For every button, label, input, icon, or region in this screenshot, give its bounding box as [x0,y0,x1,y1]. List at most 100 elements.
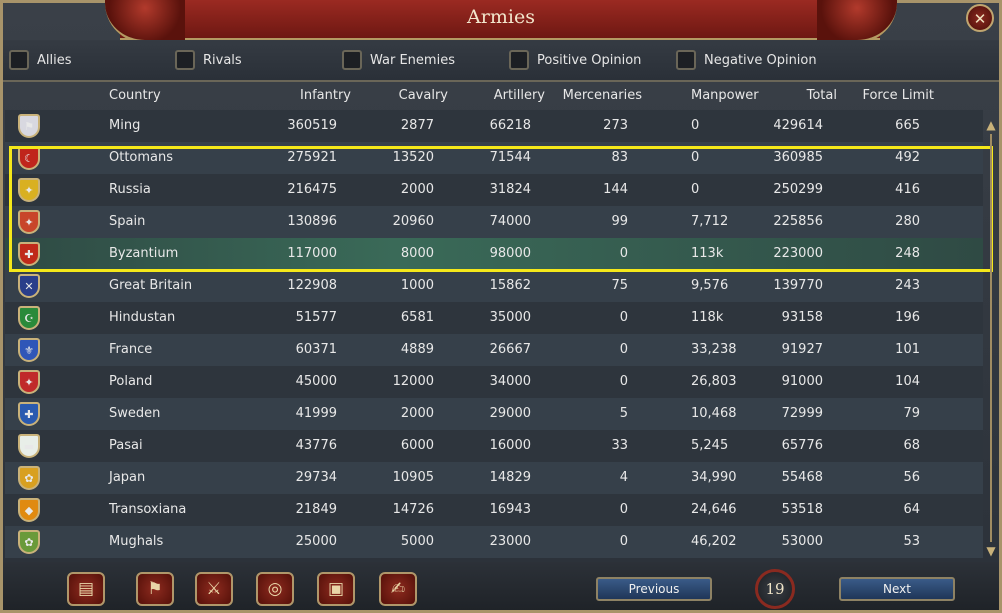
scroll-track[interactable] [990,134,992,542]
cell-infantry: 122908 [287,278,337,293]
table-row[interactable]: ✕ Great Britain 122908 1000 15862 75 139770 243… [5,270,983,302]
crate-icon[interactable]: ▣ [317,572,355,606]
table-row[interactable]: ✦ Russia 216475 2000 31824 144 250299 416 0 [5,174,983,206]
checkbox-rivals[interactable] [175,50,195,70]
checkbox-negative-opinion[interactable] [676,50,696,70]
cell-cavalry: 20960 [392,214,434,229]
checkbox-positive-opinion[interactable] [509,50,529,70]
table-row[interactable]: ✚ Sweden 41999 2000 29000 5 72999 79 10,468 [5,398,983,430]
header-artillery[interactable]: Artillery [494,88,545,103]
filter-rivals-label: Rivals [203,52,242,68]
header-country[interactable]: Country [109,88,161,103]
country-flag-icon: ☪ [18,306,40,330]
ledger-icon[interactable]: ▤ [67,572,105,606]
coins-icon[interactable]: ◎ [256,572,294,606]
next-button[interactable]: Next [839,577,955,601]
country-flag-icon: ✿ [18,466,40,490]
flag-icon[interactable]: ⚑ [136,572,174,606]
cell-artillery: 31824 [489,182,531,197]
scroll-up-arrow-icon[interactable]: ▲ [985,118,997,132]
previous-button[interactable]: Previous [596,577,712,601]
checkbox-war-enemies[interactable] [342,50,362,70]
cell-artillery: 23000 [489,534,531,549]
filter-negative-opinion[interactable]: Negative Opinion [676,48,817,72]
header-infantry[interactable]: Infantry [300,88,351,103]
cell-country[interactable]: Byzantium [109,246,178,261]
cell-infantry: 216475 [287,182,337,197]
cell-country[interactable]: Japan [109,470,145,485]
scroll-down-arrow-icon[interactable]: ▼ [985,544,997,558]
country-flag-icon: ▬ [18,434,40,458]
page-number: 19 [755,569,795,609]
cell-force-limit: 101 [895,342,920,357]
cell-country[interactable]: Russia [109,182,151,197]
cell-mercenaries: 4 [619,470,628,485]
cell-country[interactable]: Sweden [109,406,160,421]
cell-force-limit: 68 [903,438,920,453]
handshake-icon[interactable]: ✍ [379,572,417,606]
cell-artillery: 34000 [489,374,531,389]
table-row[interactable]: ✦ Spain 130896 20960 74000 99 225856 280 7,712 [5,206,983,238]
filter-allies-label: Allies [37,52,72,68]
header-total[interactable]: Total [807,88,837,103]
header-mercenaries[interactable]: Mercenaries [563,88,642,103]
header-manpower[interactable]: Manpower [691,88,759,103]
close-button[interactable]: ✕ [966,4,994,32]
cell-mercenaries: 144 [603,182,628,197]
table-row[interactable]: ▬ Pasai 43776 6000 16000 33 65776 68 5,245 [5,430,983,462]
filter-war-enemies[interactable]: War Enemies [342,48,455,72]
cell-total: 429614 [773,118,823,133]
cell-country[interactable]: Mughals [109,534,163,549]
table-row[interactable]: ◆ Transoxiana 21849 14726 16943 0 53518 64 24,64… [5,494,983,526]
scrollbar[interactable]: ▲ ▼ [985,118,997,558]
header-cavalry[interactable]: Cavalry [399,88,448,103]
cell-cavalry: 13520 [392,150,434,165]
cell-country[interactable]: Poland [109,374,152,389]
cell-cavalry: 14726 [392,502,434,517]
cell-mercenaries: 0 [619,310,628,325]
table-row[interactable]: ☾ Ottomans 275921 13520 71544 83 360985 492 0 [5,142,983,174]
cell-country[interactable]: Ottomans [109,150,173,165]
cell-manpower: 46,202 [691,534,737,549]
cell-total: 91927 [781,342,823,357]
cell-cavalry: 6000 [400,438,434,453]
header-force-limit[interactable]: Force Limit [862,88,934,103]
table-row[interactable]: ⚑ Ming 360519 2877 66218 273 429614 665 0 [5,110,983,142]
cell-cavalry: 10905 [392,470,434,485]
cell-cavalry: 5000 [400,534,434,549]
filter-allies[interactable]: Allies [9,48,72,72]
cell-country[interactable]: Transoxiana [109,502,186,517]
table-row[interactable]: ✚ Byzantium 117000 8000 98000 0 223000 248 113k [5,238,983,270]
cell-mercenaries: 0 [619,534,628,549]
cell-mercenaries: 75 [611,278,628,293]
cell-country[interactable]: Spain [109,214,145,229]
cell-force-limit: 416 [895,182,920,197]
cell-artillery: 15862 [489,278,531,293]
table-header: Country Infantry Cavalry Artillery Merce… [0,88,1002,110]
table-row[interactable]: ✿ Japan 29734 10905 14829 4 55468 56 34,990 [5,462,983,494]
crossed-swords-icon[interactable]: ⚔ [195,572,233,606]
cell-manpower: 24,646 [691,502,737,517]
cell-country[interactable]: France [109,342,152,357]
cell-country[interactable]: Hindustan [109,310,175,325]
table-row[interactable]: ⚜ France 60371 4889 26667 0 91927 101 33,238 [5,334,983,366]
table-row[interactable]: ✿ Mughals 25000 5000 23000 0 53000 53 46,202 [5,526,983,558]
cell-country[interactable]: Great Britain [109,278,192,293]
cell-artillery: 16943 [489,502,531,517]
filter-rivals[interactable]: Rivals [175,48,242,72]
cell-total: 53518 [781,502,823,517]
checkbox-allies[interactable] [9,50,29,70]
cell-cavalry: 4889 [400,342,434,357]
cell-artillery: 66218 [489,118,531,133]
cell-country[interactable]: Ming [109,118,140,133]
table-row[interactable]: ☪ Hindustan 51577 6581 35000 0 93158 196 118k [5,302,983,334]
cell-manpower: 113k [691,246,724,261]
cell-mercenaries: 273 [603,118,628,133]
filter-positive-opinion[interactable]: Positive Opinion [509,48,641,72]
cell-total: 225856 [773,214,823,229]
cell-mercenaries: 0 [619,374,628,389]
table-row[interactable]: ✦ Poland 45000 12000 34000 0 91000 104 26,803 [5,366,983,398]
cell-country[interactable]: Pasai [109,438,143,453]
cell-artillery: 71544 [489,150,531,165]
cell-force-limit: 196 [895,310,920,325]
